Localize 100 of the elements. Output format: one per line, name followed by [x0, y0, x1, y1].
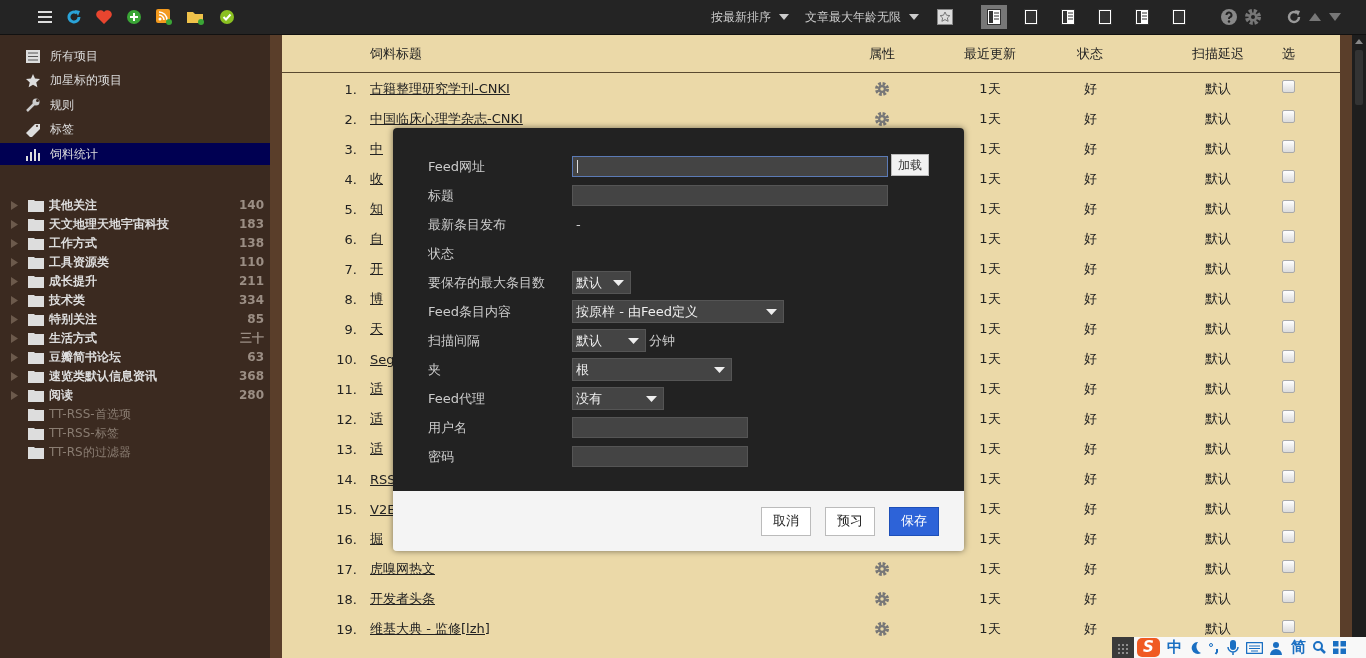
folder-item[interactable]: 阅读 280: [0, 385, 270, 405]
feed-link[interactable]: 适: [370, 441, 383, 456]
apps-icon[interactable]: [1332, 641, 1346, 654]
keyboard-icon[interactable]: [1245, 641, 1263, 654]
expand-arrow-icon[interactable]: [11, 200, 18, 210]
script-toggle[interactable]: 简: [1290, 638, 1306, 657]
check-icon[interactable]: [220, 10, 234, 24]
caret-icon[interactable]: [628, 337, 639, 344]
view-mode-button[interactable]: [981, 5, 1007, 29]
search-icon[interactable]: [1312, 641, 1326, 654]
caret-icon[interactable]: [909, 14, 919, 20]
microphone-icon[interactable]: [1226, 639, 1239, 656]
checkbox[interactable]: [1281, 589, 1295, 603]
input-field[interactable]: [572, 185, 888, 206]
layout-icon[interactable]: [1061, 9, 1075, 25]
folder-item[interactable]: 技术类 334: [0, 290, 270, 310]
user-icon[interactable]: [1269, 640, 1284, 655]
feed-link[interactable]: 开: [370, 261, 383, 276]
age-dropdown[interactable]: 文章最大年龄无限: [805, 8, 901, 26]
expand-arrow-icon[interactable]: [11, 390, 18, 400]
feed-link[interactable]: 知: [370, 201, 383, 216]
folder-item[interactable]: 速览类默认信息资讯 368: [0, 366, 270, 386]
sidebar-item[interactable]: 所有项目: [0, 45, 270, 67]
folder-item[interactable]: 工作方式 138: [0, 233, 270, 253]
input-field[interactable]: [572, 417, 748, 438]
checkbox[interactable]: [1281, 199, 1295, 213]
expand-arrow-icon[interactable]: [11, 295, 18, 305]
select-field[interactable]: 默认: [572, 329, 646, 352]
checkbox[interactable]: [1281, 79, 1295, 93]
feed-link[interactable]: 适: [370, 411, 383, 426]
checkbox[interactable]: [1281, 289, 1295, 303]
feed-link[interactable]: 收: [370, 171, 383, 186]
feed-link[interactable]: 天: [370, 321, 383, 336]
dialog-button[interactable]: 取消: [761, 506, 811, 536]
feed-link[interactable]: 开发者头条: [370, 591, 435, 606]
checkbox[interactable]: [1281, 109, 1295, 123]
settings-icon[interactable]: [1245, 9, 1261, 25]
layout-icon[interactable]: [987, 9, 1001, 25]
input-field[interactable]: [572, 446, 748, 467]
checkbox[interactable]: [1281, 349, 1295, 363]
folder-item[interactable]: 天文地理天地宇宙科技 183: [0, 214, 270, 234]
checkbox[interactable]: [1281, 559, 1295, 573]
feed-link[interactable]: 虎嗅网热文: [370, 561, 435, 576]
sort-dropdown[interactable]: 按最新排序: [711, 8, 771, 26]
checkbox[interactable]: [1281, 439, 1295, 453]
caret-icon[interactable]: [779, 14, 789, 20]
feed-link[interactable]: 中国临床心理学杂志-CNKI: [370, 111, 523, 126]
select-field[interactable]: 按原样 - 由Feed定义: [572, 300, 784, 323]
select-field[interactable]: 默认: [572, 271, 631, 294]
feed-link[interactable]: Seg: [370, 351, 395, 367]
heart-icon[interactable]: [96, 10, 112, 24]
caret-icon[interactable]: [613, 279, 624, 286]
layout-icon[interactable]: [1098, 9, 1112, 25]
settings-icon[interactable]: [875, 622, 889, 636]
expand-arrow-icon[interactable]: [11, 371, 18, 381]
scroll-up-icon[interactable]: [1355, 39, 1363, 44]
refresh-icon[interactable]: [1287, 10, 1301, 24]
save-button[interactable]: 保存: [889, 506, 939, 536]
checkbox[interactable]: [1281, 169, 1295, 183]
checkbox[interactable]: [1281, 379, 1295, 393]
folder-item[interactable]: 豆瓣简书论坛 63: [0, 347, 270, 367]
folder-item[interactable]: 生活方式 三十: [0, 328, 270, 348]
settings-icon[interactable]: [875, 562, 889, 576]
sidebar-item[interactable]: 加星标的项目: [0, 69, 270, 92]
folder-item[interactable]: 其他关注 140: [0, 195, 270, 215]
checkbox[interactable]: [1281, 409, 1295, 423]
caret-icon[interactable]: [646, 395, 657, 402]
help-icon[interactable]: [1221, 9, 1237, 25]
folder-item[interactable]: 工具资源类 110: [0, 252, 270, 272]
expand-arrow-icon[interactable]: [11, 257, 18, 267]
checkbox[interactable]: [1281, 259, 1295, 273]
checkbox[interactable]: [1281, 529, 1295, 543]
refresh-icon[interactable]: [67, 10, 81, 24]
input-mode-toggle[interactable]: 中: [1166, 638, 1182, 657]
caret-icon[interactable]: [766, 308, 777, 315]
checkbox[interactable]: [1281, 619, 1295, 633]
up-arrow-icon[interactable]: [1309, 13, 1321, 21]
checkbox[interactable]: [1281, 319, 1295, 333]
select-field[interactable]: 没有: [572, 387, 664, 410]
select-field[interactable]: 根: [572, 358, 732, 381]
rss-icon[interactable]: [156, 9, 172, 25]
grip-icon[interactable]: [1112, 637, 1134, 658]
feed-link[interactable]: 博: [370, 291, 383, 306]
checkbox[interactable]: [1281, 469, 1295, 483]
feed-link[interactable]: 适: [370, 381, 383, 396]
feed-link[interactable]: 自: [370, 231, 383, 246]
feed-link[interactable]: 维基大典 - 监修[lzh]: [370, 621, 490, 636]
load-button[interactable]: 加载: [891, 154, 929, 176]
expand-arrow-icon[interactable]: [11, 276, 18, 286]
expand-arrow-icon[interactable]: [11, 238, 18, 248]
menu-icon[interactable]: [38, 11, 52, 23]
expand-arrow-icon[interactable]: [11, 333, 18, 343]
input-field[interactable]: [572, 156, 888, 177]
sidebar-item[interactable]: 规则: [0, 94, 270, 116]
folder-add-icon[interactable]: [187, 9, 205, 25]
caret-icon[interactable]: [714, 366, 725, 373]
settings-icon[interactable]: [875, 82, 889, 96]
expand-arrow-icon[interactable]: [11, 352, 18, 362]
folder-item[interactable]: 特别关注 85: [0, 309, 270, 329]
feed-link[interactable]: 古籍整理研究学刊-CNKI: [370, 81, 510, 96]
